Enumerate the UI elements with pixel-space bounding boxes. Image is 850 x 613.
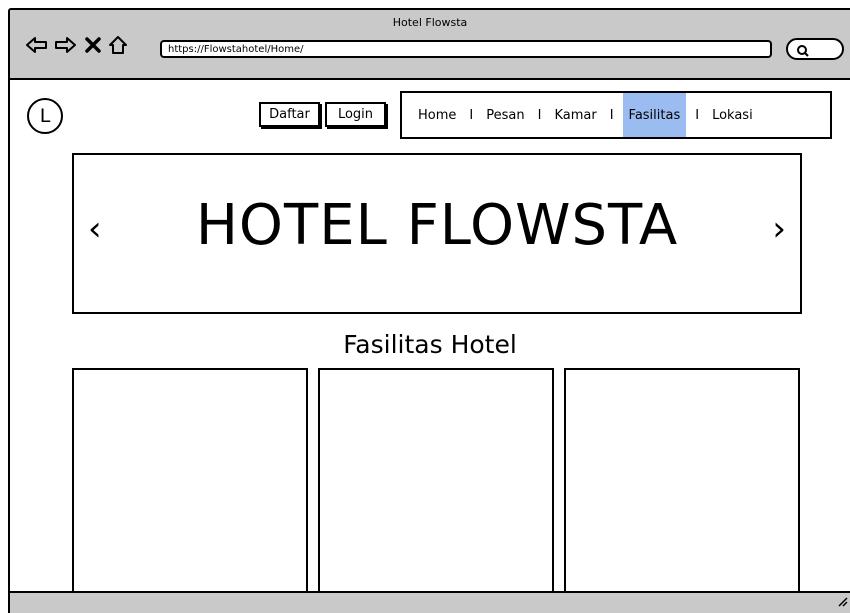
status-bar [10,591,850,613]
facilities-title: Fasilitas Hotel [343,330,517,359]
carousel-next-button[interactable]: › [772,209,786,249]
facility-card[interactable] [72,368,308,600]
window-title: Hotel Flowsta [392,16,468,29]
nav-separator: I [537,107,542,123]
back-arrow-icon[interactable] [26,34,48,56]
search-box[interactable] [786,38,844,60]
facility-card[interactable] [564,368,800,600]
resize-grip-icon[interactable] [836,592,848,611]
nav-separator: I [609,107,614,123]
search-icon [796,43,810,62]
nav-item-kamar[interactable]: Kamar [550,93,600,137]
nav-separator: I [469,107,474,123]
browser-chrome: Hotel Flowsta https://Flowstahotel/Home/ [10,10,850,80]
forward-arrow-icon[interactable] [54,34,76,56]
hero-carousel: ‹ HOTEL FLOWSTA › [72,153,802,314]
browser-window: Hotel Flowsta https://Flowstahotel/Home/… [8,8,850,613]
nav-item-lokasi[interactable]: Lokasi [708,93,757,137]
close-icon[interactable] [82,34,104,56]
home-icon[interactable] [107,34,129,56]
main-nav: Home I Pesan I Kamar I Fasilitas I Lokas… [400,91,832,139]
facility-card[interactable] [318,368,554,600]
nav-separator: I [695,107,700,123]
login-button[interactable]: Login [325,102,386,127]
nav-item-fasilitas[interactable]: Fasilitas [622,93,687,137]
nav-item-home[interactable]: Home [414,93,460,137]
url-bar[interactable]: https://Flowstahotel/Home/ [160,40,772,58]
nav-item-pesan[interactable]: Pesan [482,93,528,137]
register-button[interactable]: Daftar [259,102,320,127]
hero-title: HOTEL FLOWSTA [195,193,679,258]
logo[interactable]: L [27,98,63,134]
